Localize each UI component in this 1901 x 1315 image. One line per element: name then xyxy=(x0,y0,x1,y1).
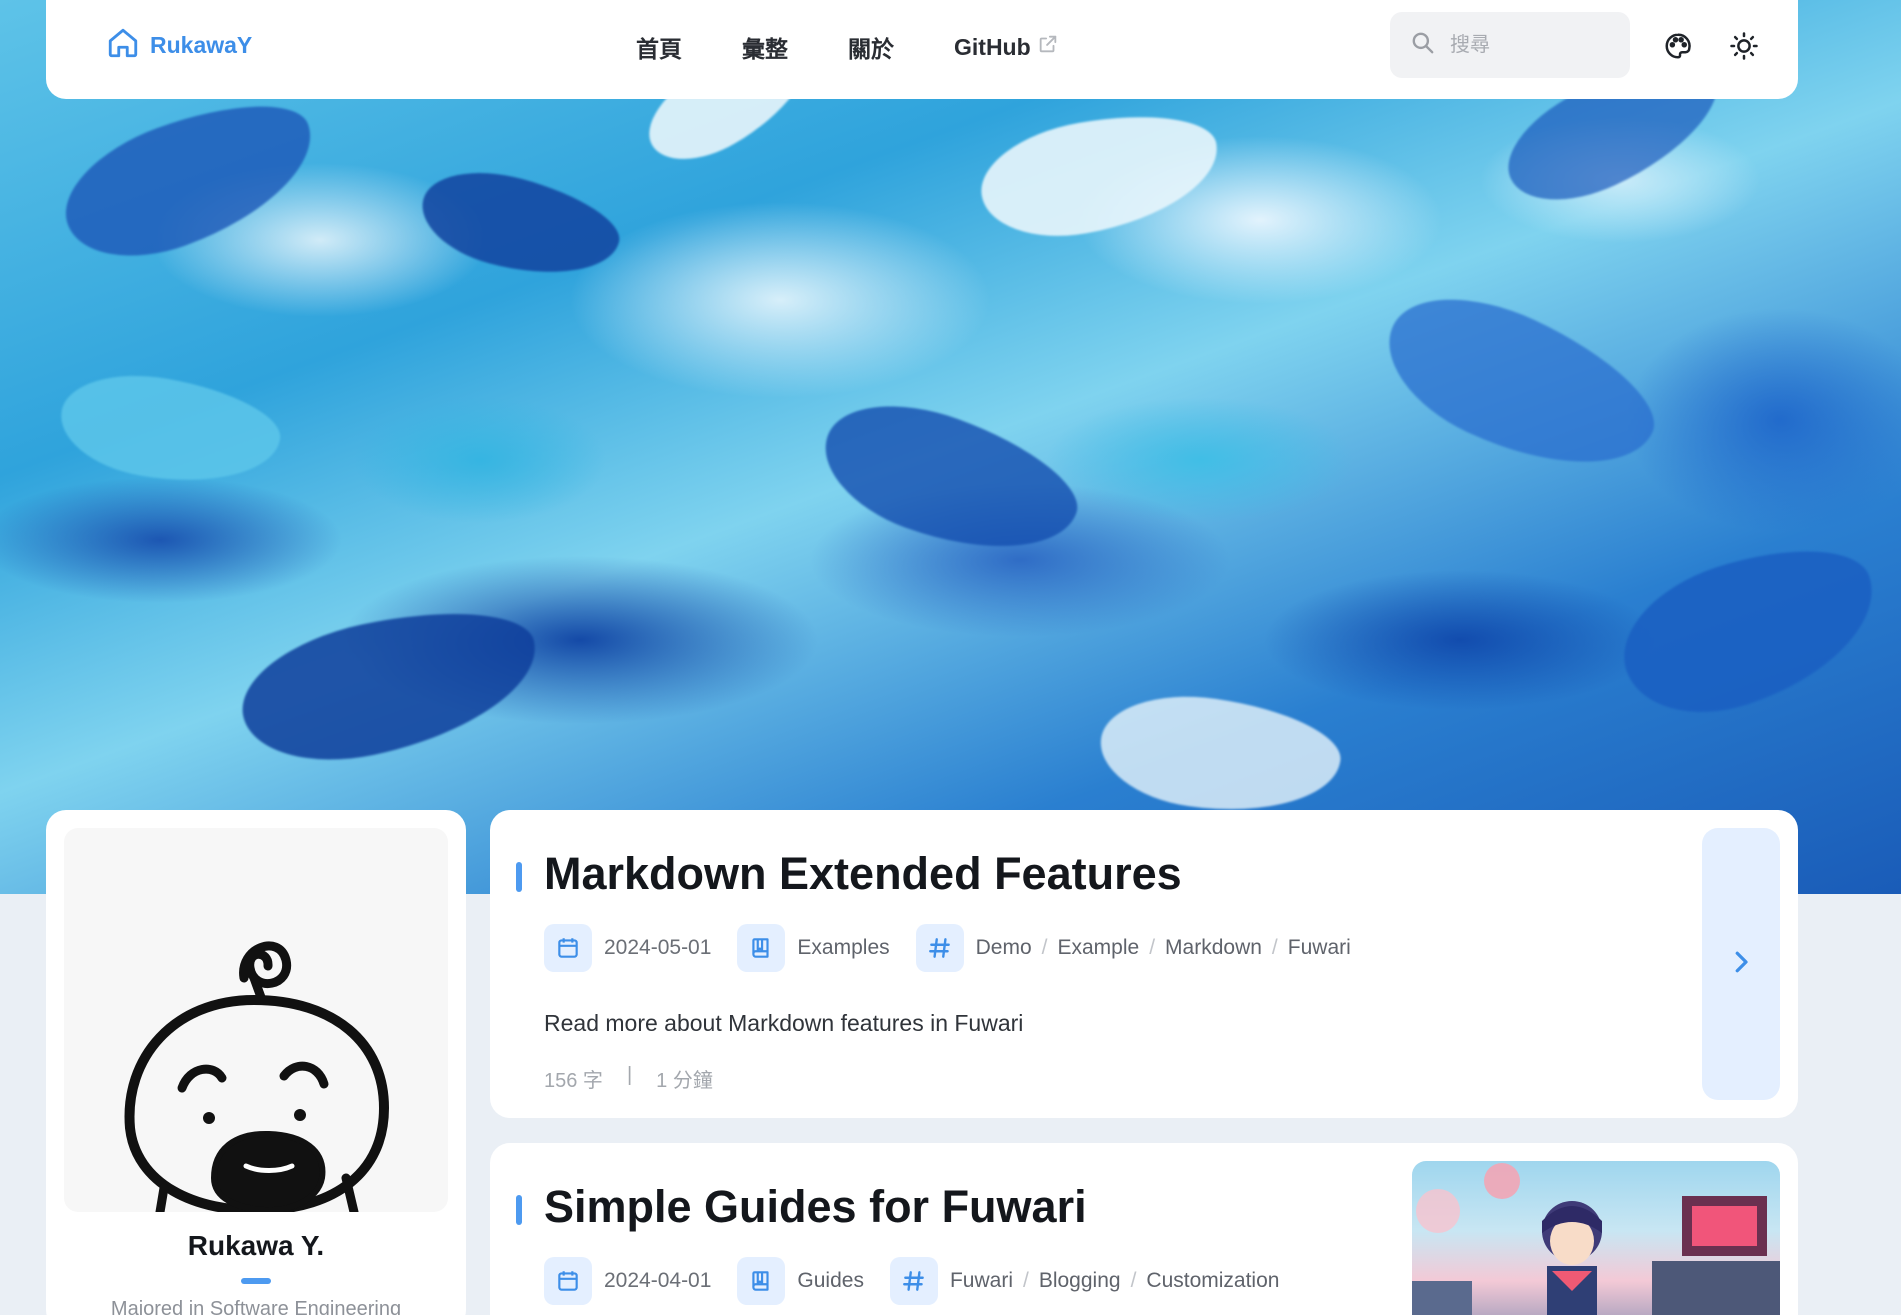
tag-link[interactable]: Customization xyxy=(1146,1269,1279,1293)
hash-icon xyxy=(915,924,964,972)
post-category: Examples xyxy=(737,924,890,972)
post-category: Guides xyxy=(737,1257,864,1305)
post-meta: 2024-05-01 Examples Demo / Example / Mar… xyxy=(544,924,1377,972)
category-link[interactable]: Guides xyxy=(797,1269,864,1293)
post-title[interactable]: Markdown Extended Features xyxy=(544,848,1182,900)
nav-link-about[interactable]: 關於 xyxy=(818,24,924,70)
post-tags: Fuwari / Blogging / Customization xyxy=(889,1257,1279,1305)
tag-link[interactable]: Blogging xyxy=(1039,1269,1121,1293)
nav-link-archive[interactable]: 彙整 xyxy=(712,24,818,70)
post-tags: Demo / Example / Markdown / Fuwari xyxy=(915,924,1351,972)
external-link-icon xyxy=(1037,33,1059,61)
chevron-right-icon xyxy=(1726,947,1756,982)
profile-divider xyxy=(241,1278,271,1284)
reading-time: 1 分鐘 xyxy=(656,1070,713,1092)
nav-link-github-label: GitHub xyxy=(954,33,1031,60)
post-card: Simple Guides for Fuwari 2024-04-01 Guid… xyxy=(490,1143,1798,1315)
top-navbar: RukawaY 首頁 彙整 關於 GitHub xyxy=(46,0,1798,99)
post-stats: 156 字 | 1 分鐘 xyxy=(544,1064,713,1093)
main-nav: 首頁 彙整 關於 GitHub xyxy=(606,24,1089,70)
tag-link[interactable]: Fuwari xyxy=(1288,936,1351,960)
nav-link-archive-label: 彙整 xyxy=(742,36,788,62)
palette-icon xyxy=(1663,31,1693,66)
tag-separator: / xyxy=(1271,936,1278,959)
calendar-icon xyxy=(544,1257,592,1305)
hash-icon xyxy=(889,1257,938,1305)
tag-link[interactable]: Fuwari xyxy=(950,1269,1013,1293)
title-accent-bar xyxy=(516,862,522,892)
home-icon xyxy=(106,26,140,65)
stats-divider: | xyxy=(626,1064,633,1086)
post-date-text: 2024-04-01 xyxy=(604,1269,712,1292)
post-description: Read more about Markdown features in Fuw… xyxy=(544,1010,1024,1036)
post-meta: 2024-04-01 Guides Fuwari / Blogging / Cu… xyxy=(544,1257,1305,1305)
tag-separator: / xyxy=(1149,936,1156,959)
post-date: 2024-04-01 xyxy=(544,1257,711,1305)
display-mode-button[interactable] xyxy=(1721,25,1767,71)
category-link[interactable]: Examples xyxy=(797,936,889,960)
sun-icon xyxy=(1729,31,1759,66)
avatar[interactable] xyxy=(64,828,448,1212)
read-more-button[interactable] xyxy=(1702,828,1780,1100)
theme-color-button[interactable] xyxy=(1655,25,1701,71)
profile-name: Rukawa Y. xyxy=(187,1230,325,1261)
search-box xyxy=(1390,12,1630,78)
nav-link-github[interactable]: GitHub xyxy=(924,24,1089,70)
tag-link[interactable]: Example xyxy=(1058,936,1140,960)
nav-link-home[interactable]: 首頁 xyxy=(606,24,712,70)
title-accent-bar xyxy=(516,1195,522,1225)
post-date: 2024-05-01 xyxy=(544,924,711,972)
brand-name: RukawaY xyxy=(150,32,253,58)
calendar-icon xyxy=(544,924,592,972)
brand-link[interactable]: RukawaY xyxy=(106,26,252,65)
tag-separator: / xyxy=(1041,936,1048,959)
word-count: 156 字 xyxy=(544,1070,603,1092)
search-input[interactable] xyxy=(1450,33,1610,57)
tag-link[interactable]: Markdown xyxy=(1165,936,1262,960)
hero-banner xyxy=(0,0,1901,894)
post-date-text: 2024-05-01 xyxy=(604,936,712,959)
post-card: Markdown Extended Features 2024-05-01 Ex… xyxy=(490,810,1798,1118)
book-icon xyxy=(737,1257,786,1305)
post-title[interactable]: Simple Guides for Fuwari xyxy=(544,1181,1087,1233)
nav-link-about-label: 關於 xyxy=(848,36,894,62)
tag-separator: / xyxy=(1022,1269,1029,1292)
book-icon xyxy=(737,924,786,972)
search-icon xyxy=(1410,30,1436,61)
post-cover-image[interactable] xyxy=(1412,1161,1780,1315)
nav-link-home-label: 首頁 xyxy=(636,36,682,62)
profile-card: Rukawa Y. Majored in Software Engineerin… xyxy=(46,810,466,1315)
tag-link[interactable]: Demo xyxy=(976,936,1032,960)
profile-bio: Majored in Software Engineering xyxy=(110,1298,402,1315)
tag-separator: / xyxy=(1130,1269,1137,1292)
